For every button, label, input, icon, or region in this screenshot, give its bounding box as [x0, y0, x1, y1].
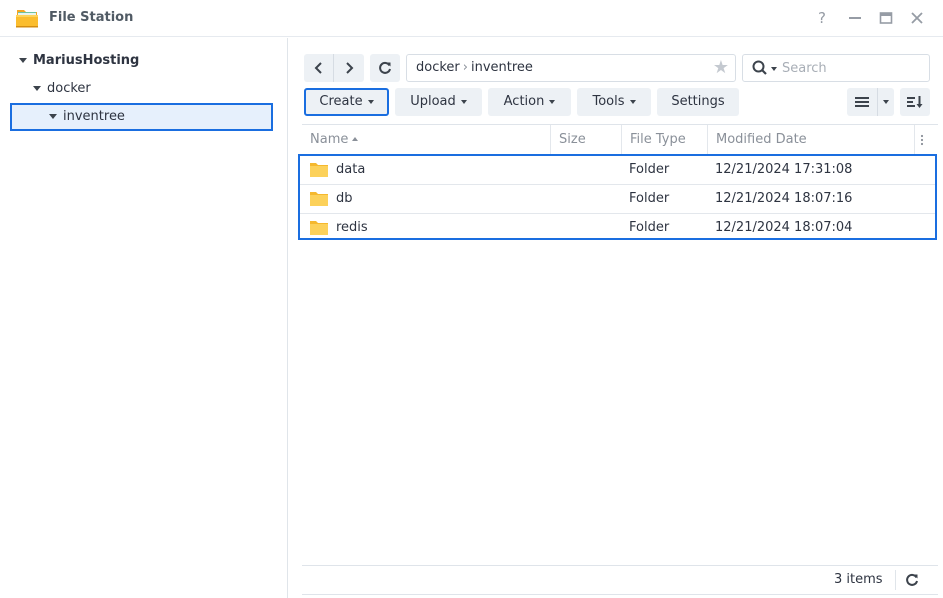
file-list: data Folder 12/21/2024 17:31:08 db Folde… [298, 154, 937, 240]
table-row[interactable]: db Folder 12/21/2024 18:07:16 [300, 185, 935, 214]
chevron-right-icon [346, 62, 354, 74]
tree-item-label: inventree [63, 109, 125, 124]
create-label: Create [319, 94, 363, 109]
file-type: Folder [629, 220, 670, 235]
column-header-file-type[interactable]: File Type [622, 125, 708, 154]
tools-label: Tools [592, 94, 625, 109]
refresh-icon [906, 573, 918, 586]
caret-down-icon [460, 99, 467, 104]
caret-down-icon [367, 99, 374, 104]
table-row[interactable]: redis Folder 12/21/2024 18:07:04 [300, 214, 935, 243]
tree-item-inventree[interactable]: inventree [10, 103, 273, 131]
divider [895, 570, 896, 590]
tree-item-docker[interactable]: docker [33, 76, 91, 102]
file-name: db [336, 191, 353, 206]
caret-down-icon [549, 99, 556, 104]
sort-icon [907, 96, 923, 108]
close-button[interactable] [907, 8, 927, 28]
help-button[interactable]: ? [812, 8, 832, 28]
sort-button[interactable] [900, 88, 930, 116]
action-button[interactable]: Action [488, 88, 571, 116]
view-options-button[interactable] [878, 88, 894, 116]
app-title: File Station [49, 10, 134, 25]
breadcrumb-item[interactable]: inventree [471, 60, 533, 75]
refresh-button[interactable] [370, 54, 400, 82]
list-view-button[interactable] [847, 88, 878, 116]
minimize-icon [849, 17, 861, 19]
footer-refresh-button[interactable] [903, 570, 921, 590]
file-modified-date: 12/21/2024 18:07:04 [715, 220, 853, 235]
caret-down-icon[interactable] [19, 58, 27, 63]
star-icon[interactable]: ★ [713, 57, 729, 79]
breadcrumb-item[interactable]: docker [416, 60, 460, 75]
caret-down-icon [629, 99, 636, 104]
view-mode-group [847, 88, 894, 116]
breadcrumb-separator: › [462, 60, 468, 75]
caret-down-icon [883, 100, 889, 104]
file-station-app-icon [15, 6, 39, 30]
forward-button[interactable] [334, 54, 364, 82]
breadcrumb: docker › inventree [416, 55, 533, 81]
file-type: Folder [629, 162, 670, 177]
sort-ascending-icon [352, 136, 359, 141]
history-nav-group [304, 54, 364, 82]
column-header-name[interactable]: Name [302, 125, 551, 154]
file-modified-date: 12/21/2024 17:31:08 [715, 162, 853, 177]
column-options-button[interactable] [915, 125, 935, 154]
column-header-label: File Type [630, 132, 686, 147]
list-view-icon [855, 97, 869, 107]
back-button[interactable] [304, 54, 334, 82]
more-vertical-icon [920, 134, 924, 145]
column-header-size[interactable]: Size [551, 125, 622, 154]
divider [302, 565, 938, 566]
tree-item-mariushosting[interactable]: MariusHosting [19, 48, 139, 74]
path-bar[interactable]: docker › inventree ★ [406, 54, 736, 82]
refresh-icon [379, 61, 391, 74]
divider [302, 594, 938, 595]
settings-button[interactable]: Settings [657, 88, 739, 116]
upload-button[interactable]: Upload [395, 88, 482, 116]
file-modified-date: 12/21/2024 18:07:16 [715, 191, 853, 206]
tools-button[interactable]: Tools [577, 88, 651, 116]
search-icon[interactable] [752, 60, 768, 80]
upload-label: Upload [410, 94, 456, 109]
help-icon: ? [818, 9, 826, 27]
settings-label: Settings [671, 94, 725, 109]
tree-item-label: docker [47, 81, 91, 96]
create-button[interactable]: Create [304, 88, 389, 116]
table-row[interactable]: data Folder 12/21/2024 17:31:08 [300, 156, 935, 185]
folder-icon [310, 220, 328, 239]
column-header-label: Size [559, 132, 586, 147]
file-type: Folder [629, 191, 670, 206]
column-header-label: Name [310, 132, 349, 147]
file-name: redis [336, 220, 368, 235]
title-bar: File Station ? [0, 0, 943, 37]
tree-item-label: MariusHosting [33, 53, 140, 68]
caret-down-icon[interactable] [33, 86, 41, 91]
close-icon [911, 12, 923, 24]
caret-down-icon[interactable] [49, 114, 57, 119]
action-label: Action [503, 94, 545, 109]
file-name: data [336, 162, 366, 177]
search-options-caret-icon[interactable] [771, 67, 777, 71]
folder-icon [310, 162, 328, 181]
maximize-button[interactable] [876, 8, 896, 28]
sidebar: MariusHosting docker inventree [0, 38, 288, 598]
maximize-icon [879, 12, 893, 24]
search-box [742, 54, 930, 82]
search-input[interactable] [782, 56, 922, 80]
minimize-button[interactable] [845, 8, 865, 28]
column-header-modified-date[interactable]: Modified Date [708, 125, 915, 154]
column-header-label: Modified Date [716, 132, 807, 147]
folder-icon [310, 191, 328, 210]
chevron-left-icon [314, 62, 322, 74]
item-count: 3 items [834, 572, 883, 587]
